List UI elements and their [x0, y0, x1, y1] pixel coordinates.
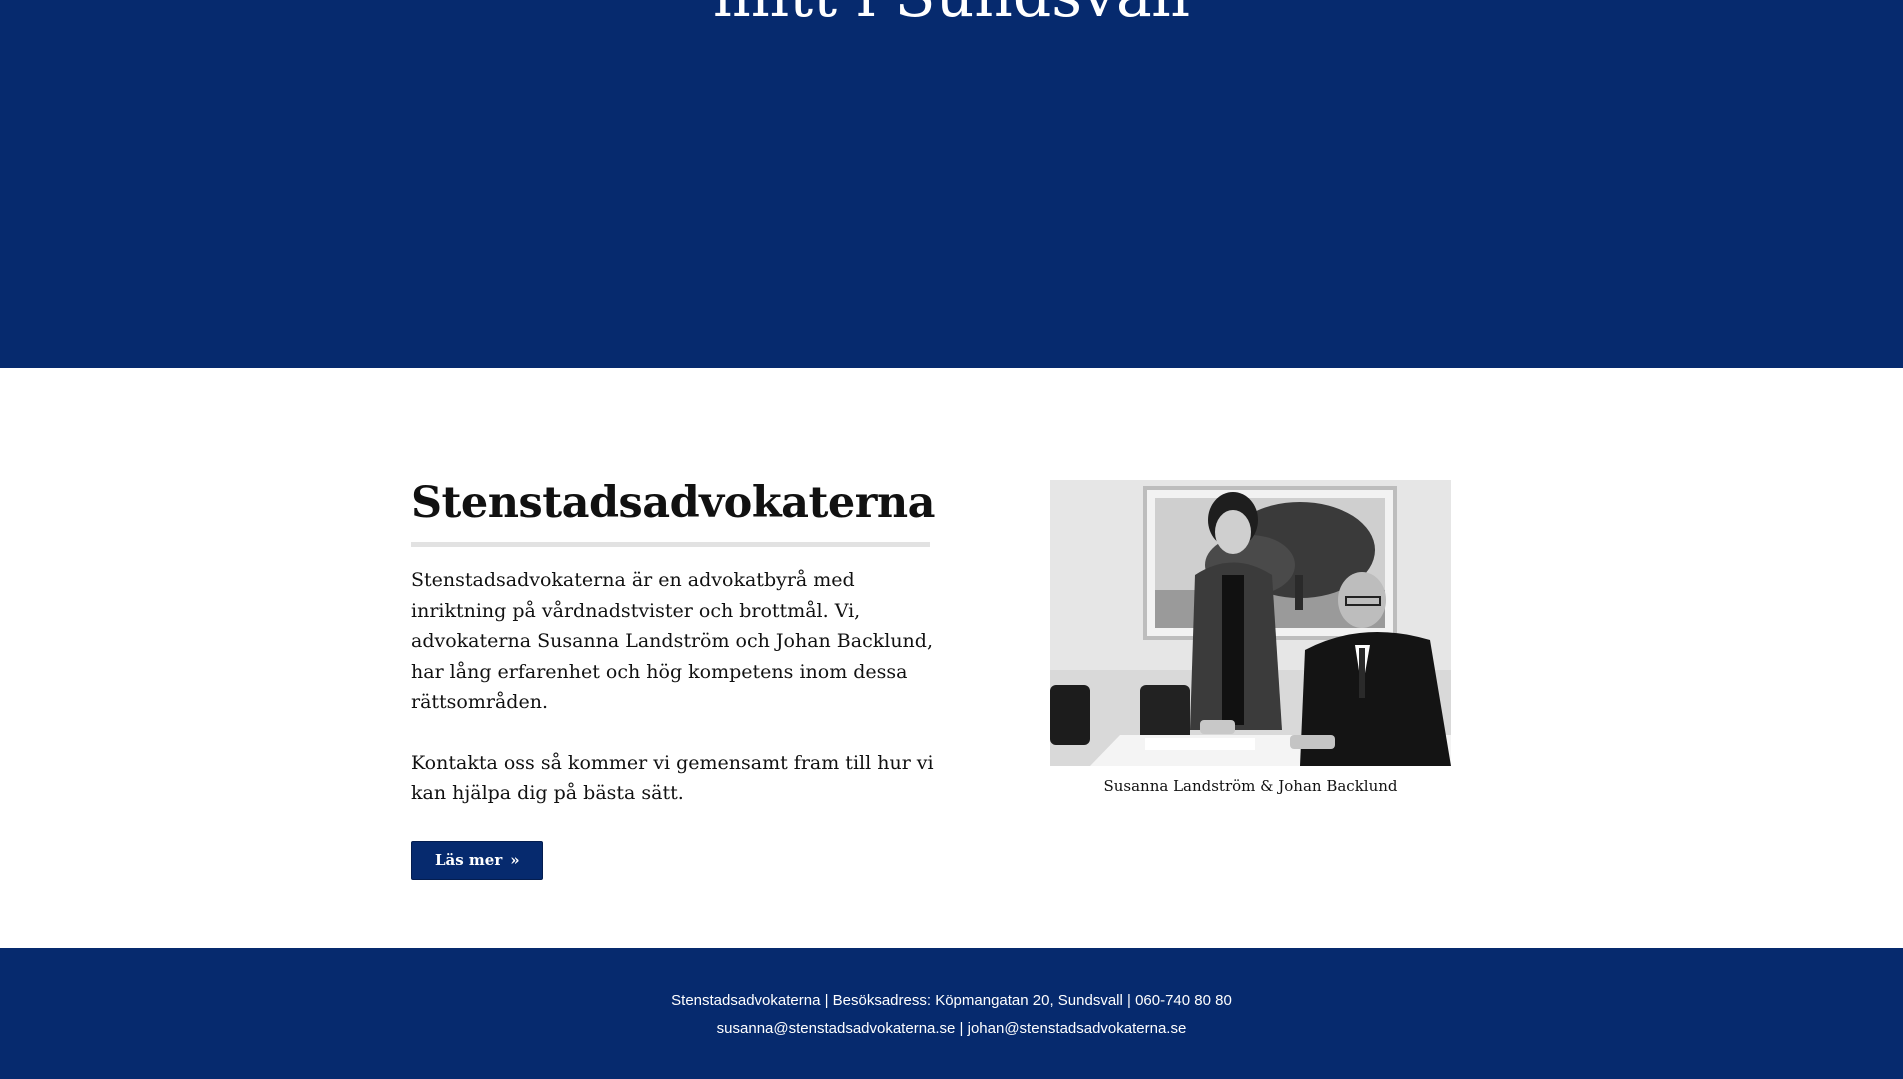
site-footer: Stenstadsadvokaterna | Besöksadress: Köp…: [0, 948, 1903, 1079]
about-section: Stenstadsadvokaterna Stenstadsadvokatern…: [0, 368, 1903, 948]
read-more-button[interactable]: Läs mer »: [411, 840, 543, 880]
double-chevron-right-icon: »: [510, 850, 520, 869]
lawyers-photo-figure: Susanna Landström & Johan Backlund: [1050, 480, 1451, 795]
heading-divider: [411, 542, 930, 547]
about-text-column: Stenstadsadvokaterna Stenstadsadvokatern…: [411, 474, 956, 880]
photo-caption: Susanna Landström & Johan Backlund: [1103, 777, 1398, 795]
footer-email-line: susanna@stenstadsadvokaterna.se | johan@…: [716, 1020, 1187, 1037]
hero-banner: mitt i Sundsvall: [0, 0, 1903, 368]
lawyers-photo: [1050, 480, 1451, 766]
footer-address-line: Stenstadsadvokaterna | Besöksadress: Köp…: [671, 992, 1232, 1009]
contact-paragraph: Kontakta oss så kommer vi gemensamt fram…: [411, 751, 934, 805]
section-heading: Stenstadsadvokaterna: [411, 478, 936, 528]
hero-title: mitt i Sundsvall: [0, 0, 1903, 32]
intro-paragraph: Stenstadsadvokaterna är en advokatbyrå m…: [411, 569, 933, 713]
read-more-label: Läs mer: [435, 851, 503, 869]
